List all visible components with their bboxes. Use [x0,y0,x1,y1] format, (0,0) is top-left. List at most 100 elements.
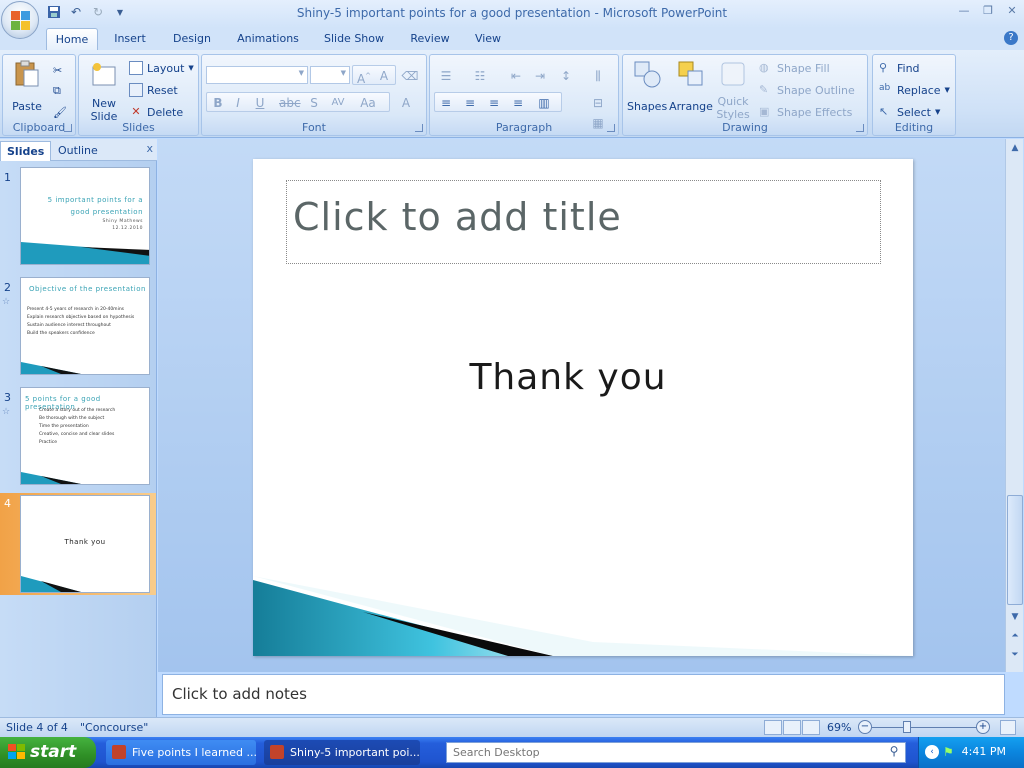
clock[interactable]: 4:41 PM [962,745,1006,758]
tab-design[interactable]: Design [166,28,218,50]
start-button[interactable]: start [0,737,96,768]
next-slide-icon[interactable]: ⏷ [1007,647,1023,663]
grow-font-icon[interactable]: A^ [354,66,374,86]
zoom-in-icon[interactable]: + [976,720,990,734]
font-color-icon[interactable]: A [396,93,416,111]
tab-slide-show[interactable]: Slide Show [318,28,390,50]
tab-slides-pane[interactable]: Slides [0,141,52,161]
text-shadow-icon[interactable]: S [304,93,324,111]
line-spacing-icon[interactable]: ↕ [556,66,576,84]
increase-indent-icon[interactable]: ⇥ [530,66,550,84]
zoom-out-icon[interactable]: − [858,720,872,734]
previous-slide-icon[interactable]: ⏶ [1007,628,1023,644]
title-placeholder[interactable]: Click to add title [286,180,881,264]
slide-canvas[interactable]: Click to add title Thank you [253,159,913,656]
clipboard-launcher-icon[interactable] [64,124,72,132]
office-button[interactable] [1,1,39,39]
search-desktop-box[interactable]: ⚲ [446,742,906,763]
close-icon[interactable]: ✕ [1004,4,1020,18]
slide-thumbnail-3[interactable]: 3 ☆ 5 points for a good presentation Cre… [0,387,156,489]
tray-expand-icon[interactable]: ‹ [925,745,939,759]
notes-pane[interactable]: Click to add notes [162,674,1005,715]
shape-fill-button[interactable]: ◍ Shape Fill [759,59,830,77]
tab-animations[interactable]: Animations [232,28,304,50]
close-pane-icon[interactable]: x [146,142,153,155]
vertical-scrollbar[interactable]: ▲ ▼ ⏶ ⏷ [1005,139,1023,672]
fit-to-window-icon[interactable] [1000,720,1016,735]
restore-icon[interactable]: ❐ [980,4,996,18]
shrink-font-icon[interactable]: A [374,66,394,84]
tab-insert[interactable]: Insert [108,28,152,50]
slide-count: Slide 4 of 4 [6,721,68,734]
align-left-icon[interactable]: ≡ [436,93,456,111]
normal-view-icon[interactable] [764,720,782,735]
taskbar-item-2[interactable]: Shiny-5 important poi... [264,740,420,765]
change-case-icon[interactable]: Aa [358,93,378,111]
slide-show-view-icon[interactable] [802,720,820,735]
quick-styles-button[interactable]: Quick Styles [713,59,753,121]
slide-sorter-view-icon[interactable] [783,720,801,735]
slide-thumbnail-1[interactable]: 1 5 important points for a good presenta… [0,167,156,269]
italic-icon[interactable]: I [228,93,248,111]
align-text-icon[interactable]: ⊟ [588,93,608,111]
delete-button[interactable]: ✕ Delete [129,103,183,121]
justify-icon[interactable]: ≡ [508,93,528,111]
search-icon[interactable]: ⚲ [885,744,903,761]
arrange-button[interactable]: Arrange [669,59,713,113]
decrease-indent-icon[interactable]: ⇤ [506,66,526,84]
tab-review[interactable]: Review [405,28,455,50]
zoom-slider-thumb[interactable] [903,721,911,733]
shapes-button[interactable]: Shapes [627,59,667,113]
bullets-icon[interactable]: ☰ [436,66,456,84]
new-slide-button[interactable]: New Slide [85,61,123,123]
network-icon[interactable]: ⚑ [943,745,954,759]
character-spacing-icon[interactable]: AV [328,93,348,111]
columns-icon[interactable]: ▥ [534,93,554,111]
slides-pane: Slides Outline x 1 5 important points fo… [0,139,157,717]
replace-button[interactable]: ab Replace ▼ [879,81,950,99]
tab-home[interactable]: Home [46,28,98,50]
zoom-level[interactable]: 69% [827,721,851,734]
slide-body-text[interactable]: Thank you [253,357,883,398]
bold-icon[interactable]: B [208,93,228,111]
numbering-icon[interactable]: ☷ [470,66,490,84]
shape-effects-icon: ▣ [759,105,770,118]
cut-icon[interactable]: ✂ [53,61,62,79]
scroll-up-icon[interactable]: ▲ [1007,140,1023,156]
animation-star-icon: ☆ [2,297,11,307]
zoom-slider[interactable] [872,727,980,728]
font-name-combo[interactable]: ▼ [206,66,308,84]
slide-thumbnail-4[interactable]: 4 Thank you [0,493,156,595]
drawing-launcher-icon[interactable] [856,124,864,132]
shape-effects-button[interactable]: ▣ Shape Effects [759,103,852,121]
reset-button[interactable]: Reset [129,81,178,99]
text-direction-icon[interactable]: ⫼ [588,66,608,84]
strikethrough-icon[interactable]: abc [278,93,301,111]
paste-button[interactable]: Paste [7,59,47,113]
scroll-down-icon[interactable]: ▼ [1007,609,1023,625]
find-button[interactable]: ⚲ Find [879,59,920,77]
title-bar: ↶ ↻ ▼ Shiny-5 important points for a goo… [0,0,1024,28]
clear-formatting-icon[interactable]: ⌫ [400,66,420,84]
align-center-icon[interactable]: ≡ [460,93,480,111]
slide-thumbnail-2[interactable]: 2 ☆ Objective of the presentation Presen… [0,277,156,379]
help-icon[interactable]: ? [1004,31,1018,45]
tab-outline-pane[interactable]: Outline [52,141,104,161]
shape-outline-button[interactable]: ✎ Shape Outline [759,81,855,99]
select-button[interactable]: ↖ Select ▼ [879,103,940,121]
scrollbar-thumb[interactable] [1007,495,1023,605]
font-launcher-icon[interactable] [415,124,423,132]
copy-icon[interactable]: ⧉ [53,82,61,100]
font-size-combo[interactable]: ▼ [310,66,350,84]
paragraph-launcher-icon[interactable] [607,124,615,132]
taskbar-item-1[interactable]: Five points I learned ... [106,740,256,765]
align-right-icon[interactable]: ≡ [484,93,504,111]
search-desktop-input[interactable] [447,743,867,762]
windows-taskbar: start Five points I learned ... Shiny-5 … [0,737,1024,768]
tab-view[interactable]: View [468,28,508,50]
minimize-icon[interactable]: — [956,4,972,18]
format-painter-icon[interactable]: 🖌 [53,103,67,121]
shapes-icon [634,61,661,88]
underline-icon[interactable]: U [250,93,270,111]
layout-button[interactable]: Layout ▼ [129,59,194,77]
